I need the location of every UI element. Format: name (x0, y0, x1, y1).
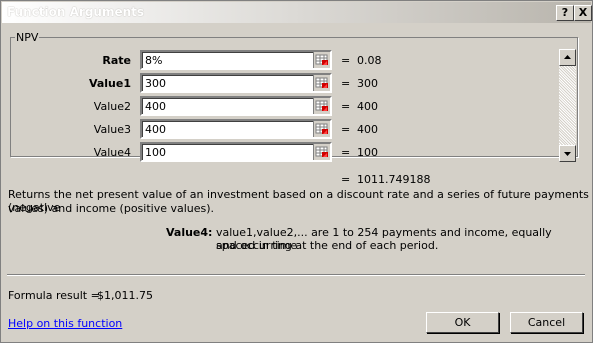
separator (7, 274, 585, 276)
range-selector-icon[interactable] (313, 52, 330, 68)
overall-equals: = (341, 173, 351, 186)
arg-result-value2: 400 (357, 100, 378, 113)
close-button[interactable]: X (574, 5, 592, 21)
arg-input-value1[interactable]: 300 (140, 73, 332, 93)
arg-input-value: 400 (145, 123, 166, 136)
window-title: Function Arguments (7, 5, 145, 19)
arg-label-value3: Value3 (93, 123, 131, 136)
arg-input-value: 8% (145, 54, 163, 67)
help-title-button[interactable]: ? (556, 5, 574, 21)
arg-label-value2: Value2 (93, 100, 131, 113)
title-bar[interactable]: Function Arguments ? X (2, 2, 592, 23)
arg-help-line2: and occurring at the end of each period. (216, 239, 439, 252)
help-on-function-link[interactable]: Help on this function (8, 317, 122, 330)
arg-input-rate[interactable]: 8% (140, 50, 332, 70)
overall-result: 1011.749188 (357, 173, 431, 186)
scroll-down-arrow-icon[interactable] (559, 145, 576, 162)
cancel-button[interactable]: Cancel (510, 312, 583, 333)
range-selector-icon[interactable] (313, 144, 330, 160)
arg-equals: = (341, 77, 351, 90)
arg-input-value: 300 (145, 77, 166, 90)
arg-result-value1: 300 (357, 77, 378, 90)
arg-equals: = (341, 54, 351, 67)
scroll-up-arrow-icon[interactable] (559, 49, 576, 66)
arg-equals: = (341, 123, 351, 136)
arg-equals: = (341, 100, 351, 113)
arg-help-name: Value4: (166, 226, 213, 239)
ok-button[interactable]: OK (426, 312, 499, 333)
range-selector-icon[interactable] (313, 98, 330, 114)
range-selector-icon[interactable] (313, 121, 330, 137)
function-name: NPV (16, 31, 39, 44)
formula-result-value: $1,011.75 (97, 289, 153, 302)
arg-input-value: 100 (145, 146, 166, 159)
arg-label-value4: Value4 (93, 146, 131, 159)
arg-result-value3: 400 (357, 123, 378, 136)
arg-result-rate: 0.08 (357, 54, 382, 67)
arg-input-value2[interactable]: 400 (140, 96, 332, 116)
arg-result-value4: 100 (357, 146, 378, 159)
arg-input-value4[interactable]: 100 (140, 142, 332, 162)
formula-result-label: Formula result = (8, 289, 100, 302)
range-selector-icon[interactable] (313, 75, 330, 91)
function-arguments-dialog: Function Arguments ? X NPV Rate 8% = 0.08 Va… (0, 0, 593, 343)
arg-input-value: 400 (145, 100, 166, 113)
arg-label-value1: Value1 (88, 77, 131, 90)
arg-label-rate: Rate (102, 54, 131, 67)
description-line2: values) and income (positive values). (8, 202, 215, 215)
arg-equals: = (341, 146, 351, 159)
arguments-scrollbar[interactable] (559, 49, 576, 162)
arg-input-value3[interactable]: 400 (140, 119, 332, 139)
